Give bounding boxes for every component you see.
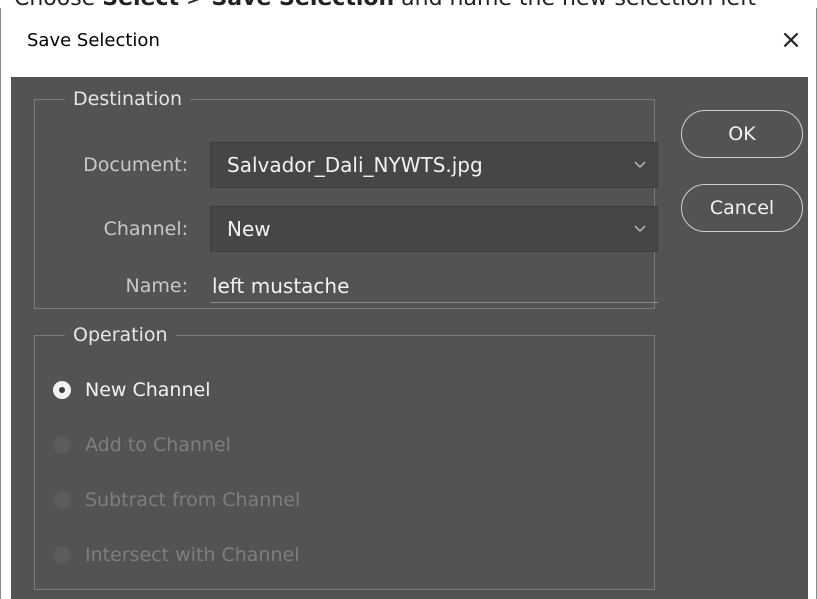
radio-label: Subtract from Channel [85,489,301,511]
radio-label: New Channel [85,379,211,401]
radio-button-disabled [53,546,71,564]
radio-label: Intersect with Channel [85,544,300,566]
channel-value: New [227,217,271,241]
name-label: Name: [125,275,188,297]
radio-subtract-from-channel: Subtract from Channel [53,485,300,515]
ok-button[interactable]: OK [681,110,803,158]
chevron-down-icon [634,225,646,232]
document-value: Salvador_Dali_NYWTS.jpg [227,153,483,177]
dialog-title: Save Selection [27,30,160,51]
name-field[interactable] [210,269,658,303]
document-label: Document: [83,154,188,176]
close-button[interactable]: × [766,18,816,62]
radio-button-disabled [53,491,71,509]
cancel-button[interactable]: Cancel [681,184,803,232]
radio-add-to-channel: Add to Channel [53,430,231,460]
destination-legend: Destination [73,88,183,110]
radio-label: Add to Channel [85,434,231,456]
radio-button-disabled [53,436,71,454]
chevron-down-icon [634,161,646,168]
close-icon: × [780,25,802,55]
channel-label: Channel: [103,218,188,240]
operation-legend: Operation [73,324,168,346]
channel-dropdown[interactable]: New [210,206,658,252]
dialog-body: Destination Document: Salvador_Dali_NYWT… [11,77,808,599]
destination-group: Destination Document: Salvador_Dali_NYWT… [34,88,658,309]
radio-new-channel[interactable]: New Channel [53,375,211,405]
save-selection-dialog: Save Selection × Destination Document: S… [0,8,817,599]
dialog-titlebar[interactable]: Save Selection × [1,8,816,72]
operation-group: Operation New Channel Add to Channel Sub… [34,324,655,590]
radio-intersect-with-channel: Intersect with Channel [53,540,299,570]
radio-button-selected[interactable] [53,381,71,399]
document-dropdown[interactable]: Salvador_Dali_NYWTS.jpg [210,142,658,188]
